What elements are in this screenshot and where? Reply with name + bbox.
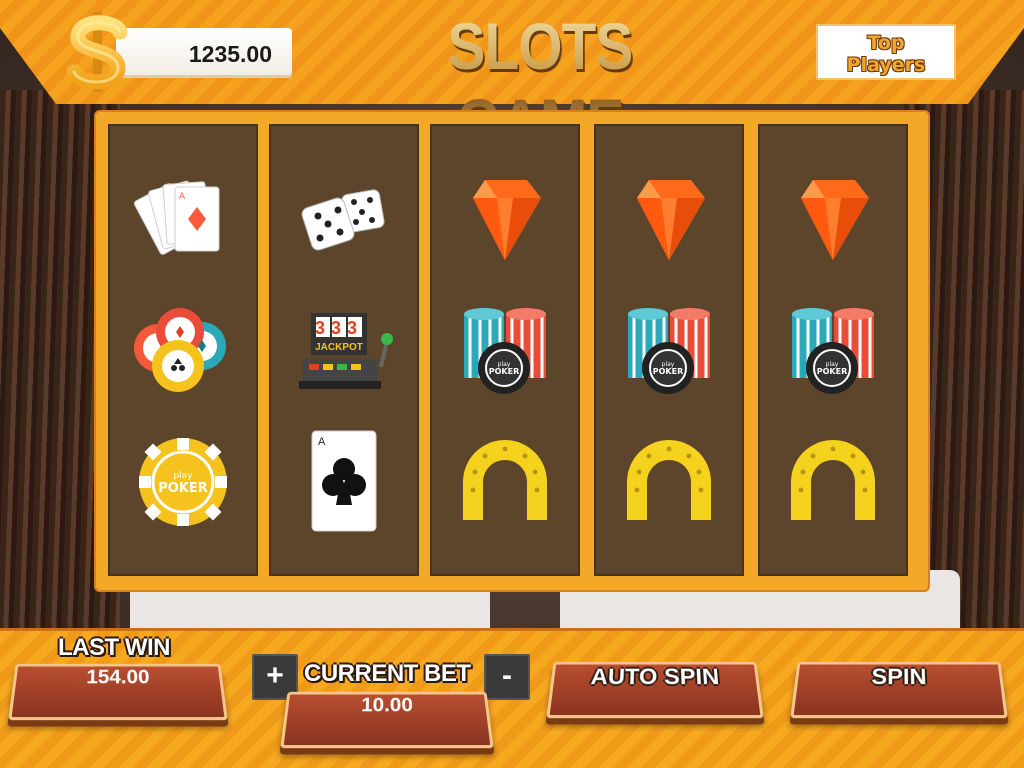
last-win-label: LAST WIN — [58, 634, 170, 661]
diamond-gem-icon — [594, 160, 744, 280]
horseshoe-icon — [594, 422, 744, 542]
decrease-bet-button[interactable]: - — [484, 654, 530, 700]
poker-chip-stacks-icon: play POKER — [758, 292, 908, 412]
diamond-gem-icon — [758, 160, 908, 280]
diamond-gem-icon — [430, 160, 580, 280]
casino-chips-pile-icon — [108, 292, 258, 412]
reel-4: play POKER — [594, 124, 744, 576]
reels-frame: A play POKER 333 JACKPOT A play POKER pl… — [94, 110, 930, 592]
last-win-value: 154.00 — [8, 663, 228, 721]
poker-chip-stacks-icon: play POKER — [594, 292, 744, 412]
jackpot-slot-machine-icon: 333 JACKPOT — [269, 292, 419, 412]
jackpot-label: JACKPOT — [315, 342, 363, 353]
reel-5: play POKER — [758, 124, 908, 576]
current-bet-value: 10.00 — [280, 691, 494, 749]
top-players-label-line1: Top — [867, 32, 905, 54]
playing-cards-icon: A — [108, 160, 258, 280]
dollar-icon — [66, 12, 128, 92]
horseshoe-icon — [430, 422, 580, 542]
reel-3: play POKER — [430, 124, 580, 576]
top-players-label-line2: Players — [846, 54, 926, 76]
current-bet-label: CURRENT BET — [304, 660, 471, 687]
horseshoe-icon — [758, 422, 908, 542]
auto-spin-button[interactable]: AUTO SPIN — [546, 661, 764, 719]
chip-text-poker: POKER — [158, 481, 208, 496]
svg-text:A: A — [179, 191, 185, 201]
reel-2: 333 JACKPOT A — [269, 124, 419, 576]
poker-chip-stacks-icon: play POKER — [430, 292, 580, 412]
spin-button[interactable]: SPIN — [790, 661, 1008, 719]
balance-display: 1235.00 — [116, 28, 292, 78]
jackpot-digits: 333 — [315, 318, 363, 338]
top-players-button[interactable]: Top Players — [816, 24, 956, 80]
chip-text-poker: POKER — [489, 367, 520, 376]
ace-of-clubs-card-icon: A — [269, 422, 419, 542]
game-screen: 1235.00 SLOTS GAME Top Players — [0, 0, 1024, 768]
play-poker-chip-icon: play POKER — [108, 422, 258, 542]
svg-text:A: A — [318, 436, 326, 448]
dice-icon — [269, 160, 419, 280]
reel-1: A play POKER — [108, 124, 258, 576]
chip-text-poker: POKER — [817, 367, 848, 376]
chip-text-poker: POKER — [653, 367, 684, 376]
chip-text-play: play — [173, 471, 193, 481]
